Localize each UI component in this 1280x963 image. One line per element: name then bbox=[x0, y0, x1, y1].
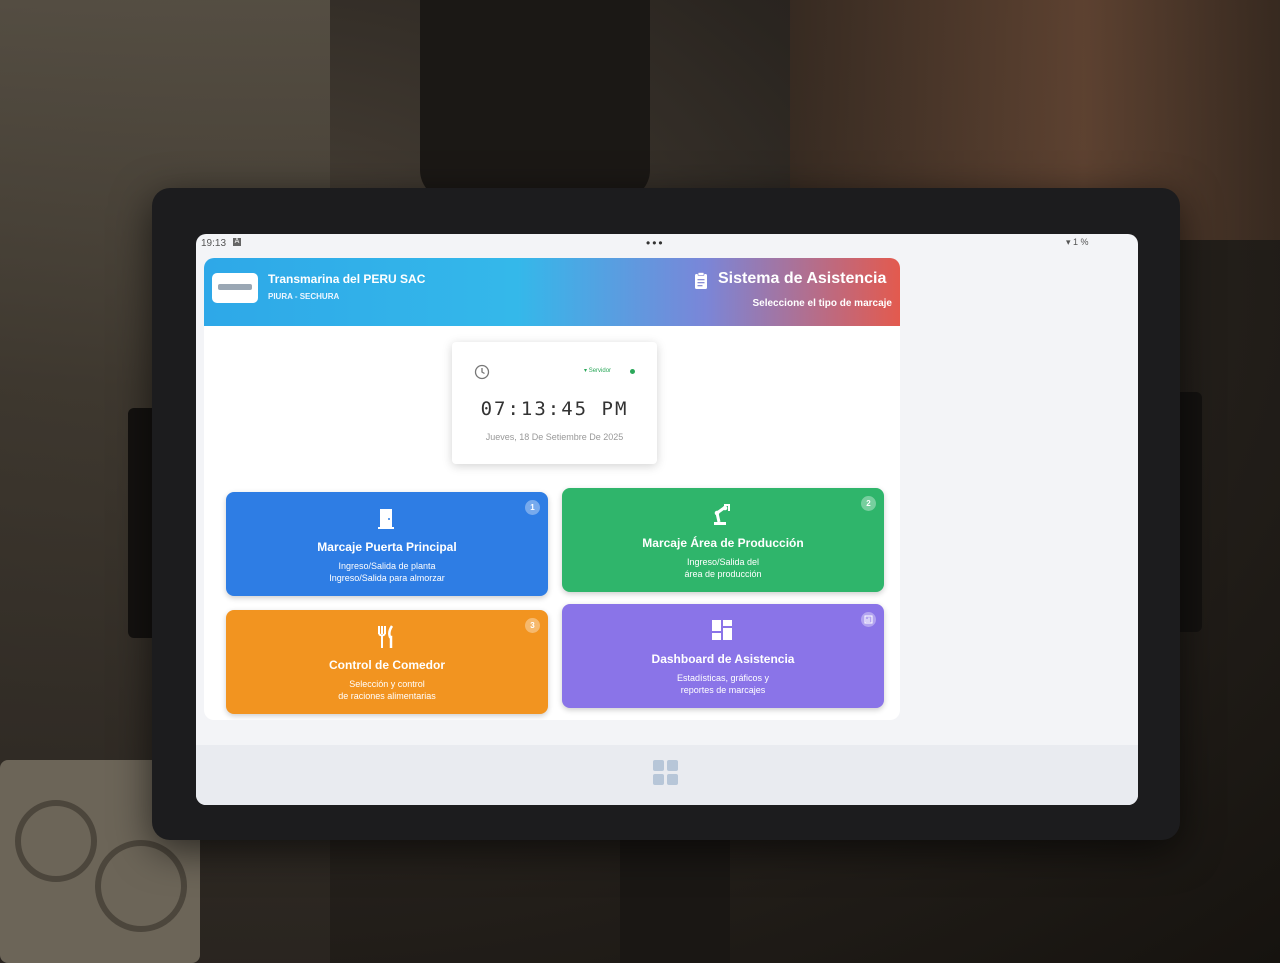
tile-description-line: de raciones alimentarias bbox=[338, 691, 436, 701]
utensils-icon bbox=[378, 625, 394, 648]
main-card: Transmarina del PERU SAC PIURA - SECHURA… bbox=[204, 258, 900, 720]
status-battery: ▾ 1 % bbox=[1066, 237, 1089, 248]
clock-time: 07:13:45 PM bbox=[480, 398, 629, 420]
battery-text: 1 % bbox=[1073, 237, 1089, 247]
tile-description-line: Estadísticas, gráficos y bbox=[676, 673, 770, 683]
server-status: ▾ Servidor bbox=[584, 367, 611, 374]
tile-description-line: reportes de marcajes bbox=[680, 685, 766, 695]
tile-production-area[interactable]: Marcaje Área de Producción Ingreso/Salid… bbox=[562, 488, 884, 592]
door-icon bbox=[378, 509, 394, 529]
tile-badge: 2 bbox=[861, 496, 876, 511]
chart-badge-icon bbox=[861, 612, 876, 627]
company-name: Transmarina del PERU SAC bbox=[268, 272, 426, 286]
tile-description: Estadísticas, gráficos y reportes de mar… bbox=[562, 672, 884, 696]
app-header: Transmarina del PERU SAC PIURA - SECHURA… bbox=[204, 258, 900, 326]
robot-arm-icon bbox=[714, 504, 730, 525]
tile-dashboard[interactable]: Dashboard de Asistencia Estadísticas, gr… bbox=[562, 604, 884, 708]
tile-description: Selección y control de raciones alimenta… bbox=[226, 678, 548, 702]
clock-icon bbox=[474, 364, 490, 380]
tile-dining-control[interactable]: Control de Comedor Selección y control d… bbox=[226, 610, 548, 714]
status-time: 19:13 bbox=[201, 238, 227, 249]
clipboard-icon bbox=[695, 272, 707, 289]
server-online-dot bbox=[630, 369, 635, 374]
wifi-icon: ▾ bbox=[1066, 237, 1071, 247]
tile-title: Control de Comedor bbox=[329, 658, 445, 672]
clock-date: Jueves, 18 De Setiembre De 2025 bbox=[485, 432, 624, 442]
dashboard-icon bbox=[712, 620, 732, 640]
tile-title: Marcaje Puerta Principal bbox=[317, 540, 457, 554]
carved-ring bbox=[15, 800, 97, 882]
tile-description-line: Ingreso/Salida del bbox=[686, 557, 760, 567]
server-label: Servidor bbox=[588, 368, 612, 374]
tile-badge: 3 bbox=[525, 618, 540, 633]
wifi-icon: ▾ bbox=[584, 368, 588, 374]
tablet-screen: 19:13 A ••• ▾ 1 % Transmarina del PERU S… bbox=[196, 234, 1138, 805]
tile-badge: 1 bbox=[525, 500, 540, 515]
background-chair bbox=[420, 0, 650, 200]
tile-description-line: Ingreso/Salida de planta bbox=[338, 561, 436, 571]
app-drawer-icon[interactable] bbox=[653, 760, 679, 786]
status-indicator: A bbox=[233, 238, 241, 246]
tile-description-line: Selección y control bbox=[349, 679, 425, 689]
system-nav-bar bbox=[196, 745, 1138, 805]
tablet-stand bbox=[620, 840, 730, 963]
tile-description: Ingreso/Salida de planta Ingreso/Salida … bbox=[226, 560, 548, 584]
tile-description: Ingreso/Salida del área de producción bbox=[562, 556, 884, 580]
tile-description-line: Ingreso/Salida para almorzar bbox=[329, 573, 445, 583]
company-logo bbox=[212, 273, 258, 303]
tile-title: Marcaje Área de Producción bbox=[642, 536, 804, 550]
status-bar: 19:13 A ••• ▾ 1 % bbox=[196, 234, 1138, 256]
company-location: PIURA - SECHURA bbox=[268, 292, 340, 301]
tile-title: Dashboard de Asistencia bbox=[651, 652, 795, 666]
window-dots[interactable]: ••• bbox=[646, 236, 665, 250]
tile-main-gate[interactable]: Marcaje Puerta Principal Ingreso/Salida … bbox=[226, 492, 548, 596]
tile-description-line: área de producción bbox=[684, 569, 762, 579]
clock-widget: ▾ Servidor 07:13:45 PM Jueves, 18 De Set… bbox=[452, 342, 657, 464]
carved-ring bbox=[95, 840, 187, 932]
app-title: Sistema de Asistencia bbox=[718, 270, 887, 287]
app-subtitle: Seleccione el tipo de marcaje bbox=[752, 298, 892, 309]
